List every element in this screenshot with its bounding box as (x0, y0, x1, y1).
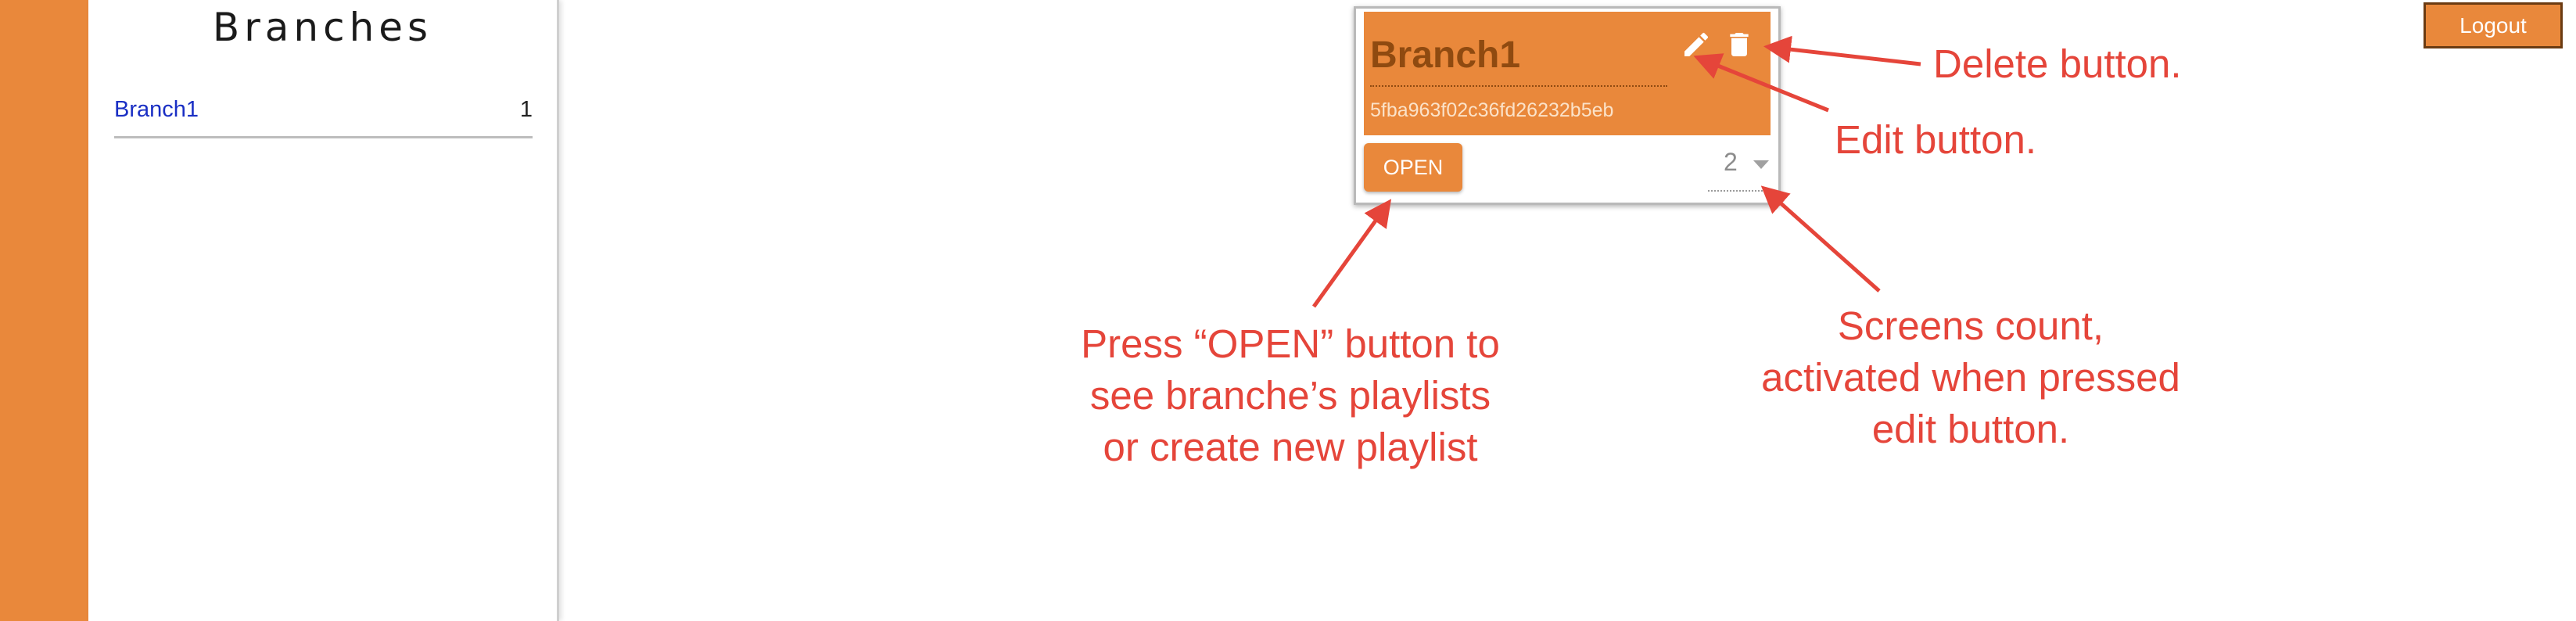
arrow-delete (1763, 35, 1921, 66)
arrow-open (1311, 199, 1392, 308)
arrow-screens (1760, 185, 1881, 293)
arrow-edit (1693, 53, 1829, 113)
annotation-arrows (1311, 35, 1921, 308)
